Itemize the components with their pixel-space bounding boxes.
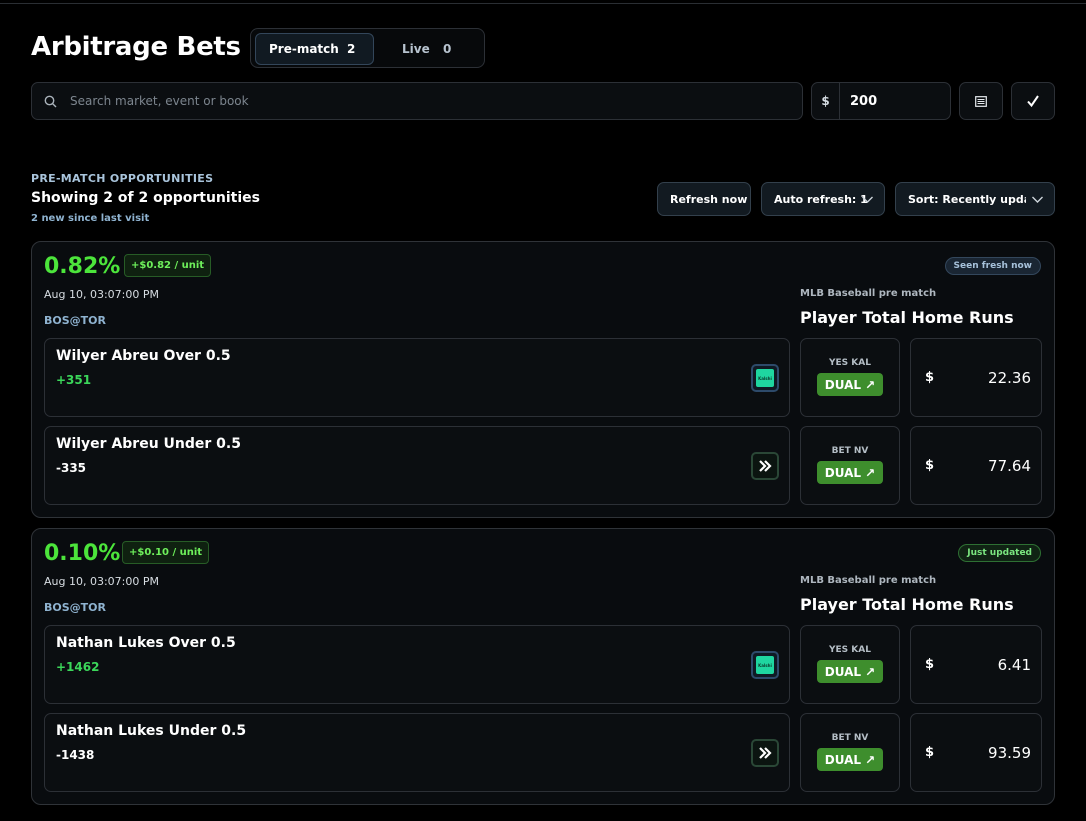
market-title: Player Total Home Runs	[800, 595, 1014, 614]
amount-currency: $	[925, 745, 935, 760]
league-label: MLB Baseball pre match	[800, 575, 937, 586]
selection-row: Wilyer Abreu Over 0.5 +351 Kalshi	[44, 338, 790, 417]
status-badge: Seen fresh now	[944, 257, 1041, 275]
book-code: BET NV	[831, 733, 869, 743]
list-view-button[interactable]	[959, 82, 1003, 120]
tab-live[interactable]: Live 0	[379, 33, 479, 65]
dual-button[interactable]: DUAL ↗	[817, 461, 883, 484]
stake-amount: 6.41	[997, 656, 1031, 674]
tab-label: Live	[402, 42, 430, 56]
stake-amount: 77.64	[988, 457, 1031, 475]
tab-count: 0	[443, 42, 452, 56]
page-title: Arbitrage Bets	[31, 32, 241, 62]
selection-row: Wilyer Abreu Under 0.5 -335	[44, 426, 790, 505]
novig-logo-icon	[751, 739, 779, 767]
book-action: YES KAL DUAL ↗	[800, 625, 900, 704]
sort-select[interactable]: Sort: Recently updated	[895, 182, 1055, 216]
stake-amount-box: $ 6.41	[910, 625, 1042, 704]
search-box	[31, 82, 803, 120]
book-action: BET NV DUAL ↗	[800, 713, 900, 792]
confirm-button[interactable]	[1011, 82, 1055, 120]
book-code: YES KAL	[829, 358, 871, 368]
amount-currency: $	[925, 370, 935, 385]
selection-row: Nathan Lukes Under 0.5 -1438	[44, 713, 790, 792]
top-divider	[0, 3, 1086, 4]
tab-label: Pre-match	[269, 42, 339, 56]
book-action: BET NV DUAL ↗	[800, 426, 900, 505]
novig-logo-icon	[751, 452, 779, 480]
stake-amount-box: $ 77.64	[910, 426, 1042, 505]
opportunity-card: 0.82% +$0.82 / unit Seen fresh now Aug 1…	[31, 241, 1055, 518]
selection-odds: +351	[56, 373, 92, 387]
opportunity-card: 0.10% +$0.10 / unit Just updated Aug 10,…	[31, 528, 1055, 805]
stake-input[interactable]	[850, 83, 946, 119]
section-label: PRE-MATCH OPPORTUNITIES	[31, 172, 214, 185]
stake-amount: 93.59	[988, 744, 1031, 762]
event-matchup: BOS@TOR	[44, 314, 106, 327]
search-input[interactable]	[70, 83, 790, 119]
kalshi-logo-icon: Kalshi	[751, 651, 779, 679]
auto-refresh-select[interactable]: Auto refresh: 1	[761, 182, 885, 216]
league-label: MLB Baseball pre match	[800, 288, 937, 299]
selection-row: Nathan Lukes Over 0.5 +1462 Kalshi	[44, 625, 790, 704]
mode-tabs: Pre-match 2 Live 0	[250, 28, 485, 68]
market-title: Player Total Home Runs	[800, 308, 1014, 327]
dual-button[interactable]: DUAL ↗	[817, 373, 883, 396]
auto-refresh-label: Auto refresh: 1	[774, 192, 868, 206]
selection-odds: -335	[56, 461, 87, 475]
selection-name: Wilyer Abreu Over 0.5	[56, 348, 231, 364]
amount-currency: $	[925, 458, 935, 473]
stake-currency: $	[812, 83, 840, 119]
book-action: YES KAL DUAL ↗	[800, 338, 900, 417]
tab-count: 2	[347, 42, 356, 56]
selection-name: Nathan Lukes Under 0.5	[56, 723, 247, 739]
profit-percent: 0.82%	[44, 254, 121, 279]
list-icon	[975, 95, 987, 107]
event-matchup: BOS@TOR	[44, 601, 106, 614]
dual-button[interactable]: DUAL ↗	[817, 748, 883, 771]
stake-amount: 22.36	[988, 369, 1031, 387]
profit-per-unit: +$0.10 / unit	[122, 541, 210, 564]
new-count-note: 2 new since last visit	[31, 213, 150, 224]
sort-label: Sort: Recently updated	[908, 192, 1026, 206]
stake-field: $	[811, 82, 951, 120]
tab-pre-match[interactable]: Pre-match 2	[255, 33, 374, 65]
amount-currency: $	[925, 657, 935, 672]
profit-per-unit: +$0.82 / unit	[124, 254, 212, 277]
refresh-label: Refresh now	[670, 192, 748, 206]
check-icon	[1027, 95, 1039, 108]
stake-amount-box: $ 93.59	[910, 713, 1042, 792]
selection-odds: +1462	[56, 660, 100, 674]
selection-odds: -1438	[56, 748, 95, 762]
selection-name: Wilyer Abreu Under 0.5	[56, 436, 241, 452]
book-code: YES KAL	[829, 645, 871, 655]
selection-name: Nathan Lukes Over 0.5	[56, 635, 236, 651]
book-code: BET NV	[831, 446, 869, 456]
stake-amount-box: $ 22.36	[910, 338, 1042, 417]
event-time: Aug 10, 03:07:00 PM	[44, 288, 159, 301]
chevron-down-icon	[862, 196, 873, 203]
status-badge: Just updated	[958, 544, 1041, 562]
kalshi-logo-icon: Kalshi	[751, 364, 779, 392]
dual-button[interactable]: DUAL ↗	[817, 660, 883, 683]
event-time: Aug 10, 03:07:00 PM	[44, 575, 159, 588]
refresh-button[interactable]: Refresh now	[657, 182, 751, 216]
search-icon	[44, 95, 57, 108]
section-title: Showing 2 of 2 opportunities	[31, 190, 261, 206]
chevron-down-icon	[1032, 196, 1043, 203]
profit-percent: 0.10%	[44, 541, 121, 566]
